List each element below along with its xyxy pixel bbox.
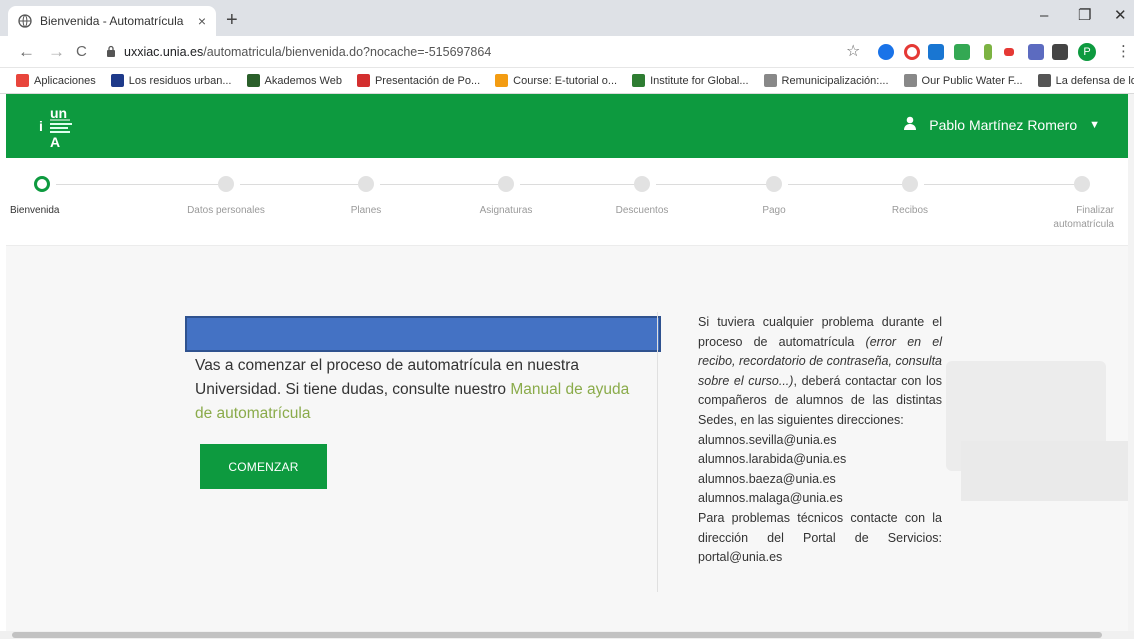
contact-email[interactable]: alumnos.malaga@unia.es <box>698 489 942 509</box>
tab-close-icon[interactable]: × <box>198 13 206 29</box>
step-dot <box>358 176 374 192</box>
step-dot <box>34 176 50 192</box>
horizontal-scrollbar[interactable] <box>0 631 1134 639</box>
step-label: Pago <box>762 205 786 216</box>
bookmark-star-icon[interactable]: ☆ <box>846 42 860 62</box>
globe-icon <box>18 14 32 28</box>
extension-icon[interactable] <box>928 44 944 60</box>
lock-icon <box>106 45 116 60</box>
user-name: Pablo Martínez Romero <box>929 116 1078 133</box>
bookmark-favicon-icon <box>495 74 509 87</box>
step-connector <box>240 184 360 185</box>
bookmarks-bar: Aplicaciones Los residuos urban... Akademo… <box>0 68 1134 94</box>
extension-icon[interactable] <box>878 44 894 60</box>
bookmark-item[interactable]: Akademos Web <box>246 74 342 87</box>
bookmark-favicon-icon <box>246 74 260 87</box>
extension-icon[interactable] <box>1028 44 1044 60</box>
svg-text:A: A <box>50 134 60 148</box>
site-header: un i A Pablo Martínez Romero ▼ <box>6 94 1130 158</box>
extension-icon[interactable] <box>984 44 992 60</box>
browser-tab-active[interactable]: Bienvenida - Automatrícula × <box>8 6 216 36</box>
extension-icon[interactable] <box>1004 48 1014 56</box>
contact-email[interactable]: alumnos.larabida@unia.es <box>698 450 942 470</box>
step-connector <box>56 184 220 185</box>
intro-text: Vas a comenzar el proceso de automatrícu… <box>195 357 630 422</box>
svg-text:un: un <box>50 105 67 121</box>
svg-text:i: i <box>39 118 43 134</box>
scrollbar-thumb[interactable] <box>12 632 1102 638</box>
tech-help: Para problemas técnicos contacte con la … <box>698 510 942 565</box>
bookmark-favicon-icon <box>1037 74 1051 87</box>
step-label: Asignaturas <box>479 205 533 216</box>
step-connector <box>380 184 500 185</box>
unia-logo[interactable]: un i A <box>36 104 92 153</box>
step-dot <box>1074 176 1090 192</box>
bookmark-item[interactable]: Los residuos urban... <box>110 74 232 87</box>
bookmark-favicon-icon <box>903 74 917 87</box>
user-menu[interactable]: Pablo Martínez Romero ▼ <box>903 116 1100 133</box>
help-intro: Si tuviera cualquier problema durante el… <box>698 315 942 427</box>
step-connector <box>788 184 904 185</box>
restore-button[interactable]: ❐ <box>1078 6 1091 26</box>
background-image <box>961 441 1131 501</box>
bookmark-favicon-icon <box>632 74 646 87</box>
url-path: /automatricula/bienvenida.do?nocache=-51… <box>203 45 492 59</box>
minimize-button[interactable]: – <box>1040 6 1048 26</box>
step-label: Planes <box>350 205 382 216</box>
step-dot <box>766 176 782 192</box>
step-connector <box>656 184 768 185</box>
step-dot <box>218 176 234 192</box>
step-label: Finalizar automatrícula <box>1053 205 1114 230</box>
caret-down-icon: ▼ <box>1089 118 1100 131</box>
tech-email[interactable]: portal@unia.es <box>698 550 782 564</box>
forward-button[interactable]: → <box>48 42 65 62</box>
bookmark-favicon-icon <box>763 74 777 87</box>
bookmark-favicon-icon <box>110 74 124 87</box>
close-window-button[interactable]: ✕ <box>1114 6 1127 26</box>
browser-address-bar: ← → C uxxiac.unia.es/automatricula/bienv… <box>0 36 1134 68</box>
user-icon <box>903 116 917 133</box>
bookmark-favicon-icon <box>356 74 370 87</box>
bookmark-item[interactable]: Aplicaciones <box>16 74 96 87</box>
step-label: Datos personales <box>187 205 265 216</box>
divider <box>657 312 658 592</box>
step-label: Recibos <box>891 205 929 216</box>
email-list: alumnos.sevilla@unia.es alumnos.larabida@… <box>698 431 942 509</box>
step-label: Bienvenida <box>10 205 60 216</box>
browser-tab-bar: Bienvenida - Automatrícula × + – ❐ ✕ <box>0 0 1134 36</box>
bookmark-item[interactable]: La defensa de los s... <box>1037 74 1134 87</box>
extension-icon[interactable] <box>904 44 920 60</box>
menu-icon[interactable]: ⋮ <box>1116 42 1131 62</box>
vertical-scrollbar[interactable] <box>1128 94 1134 631</box>
step-dot <box>902 176 918 192</box>
puzzle-icon[interactable] <box>1052 44 1068 60</box>
progress-stepper: Bienvenida Datos personales Planes Asignatu… <box>6 158 1130 246</box>
bookmark-item[interactable]: Remunicipalización:... <box>763 74 889 87</box>
url-host: uxxiac.unia.es <box>124 45 204 59</box>
start-button[interactable]: COMENZAR <box>200 444 327 489</box>
url-field[interactable]: uxxiac.unia.es/automatricula/bienvenida.… <box>106 41 846 63</box>
step-dot <box>498 176 514 192</box>
contact-email[interactable]: alumnos.sevilla@unia.es <box>698 431 942 451</box>
redaction-box <box>185 316 661 352</box>
apps-grid-icon <box>16 74 29 87</box>
bookmark-item[interactable]: Presentación de Po... <box>356 74 480 87</box>
step-connector <box>924 184 1076 185</box>
step-dot <box>634 176 650 192</box>
new-tab-button[interactable]: + <box>226 8 238 32</box>
bookmark-item[interactable]: Our Public Water F... <box>903 74 1023 87</box>
step-label: Descuentos <box>615 205 669 216</box>
back-button[interactable]: ← <box>18 42 35 62</box>
main-content <box>6 246 1131 631</box>
profile-avatar[interactable]: P <box>1078 43 1096 61</box>
contact-email[interactable]: alumnos.baeza@unia.es <box>698 470 942 490</box>
extension-icon[interactable] <box>954 44 970 60</box>
reload-button[interactable]: C <box>76 42 87 62</box>
help-panel: Si tuviera cualquier problema durante el… <box>698 313 942 568</box>
bookmark-item[interactable]: Course: E-tutorial o... <box>495 74 617 87</box>
step-connector <box>520 184 636 185</box>
tab-title: Bienvenida - Automatrícula <box>40 14 184 28</box>
bookmark-item[interactable]: Institute for Global... <box>632 74 749 87</box>
